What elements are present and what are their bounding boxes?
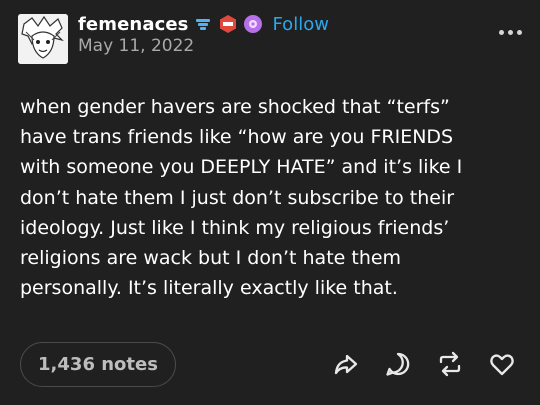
notes-button[interactable]: 1,436 notes bbox=[20, 342, 176, 387]
username[interactable]: femenaces bbox=[78, 14, 188, 35]
avatar-image bbox=[18, 14, 68, 64]
post-body: when gender havers are shocked that “ter… bbox=[20, 96, 463, 300]
avatar[interactable] bbox=[18, 14, 68, 64]
reblog-icon[interactable] bbox=[436, 350, 464, 378]
like-icon[interactable] bbox=[488, 350, 516, 378]
post-actions bbox=[332, 350, 516, 378]
blue-badge-icon bbox=[193, 14, 213, 34]
post-date[interactable]: May 11, 2022 bbox=[78, 36, 194, 56]
follow-button[interactable]: Follow bbox=[272, 14, 328, 35]
purple-flower-badge-icon bbox=[243, 14, 263, 34]
red-hexagon-badge-icon bbox=[218, 14, 238, 34]
more-options-icon[interactable] bbox=[499, 30, 522, 35]
share-icon[interactable] bbox=[332, 350, 360, 378]
post-card: femenaces Follow May 11, 2022 when gende… bbox=[0, 0, 540, 405]
post-header: femenaces Follow bbox=[78, 10, 329, 38]
reply-icon[interactable] bbox=[384, 350, 412, 378]
